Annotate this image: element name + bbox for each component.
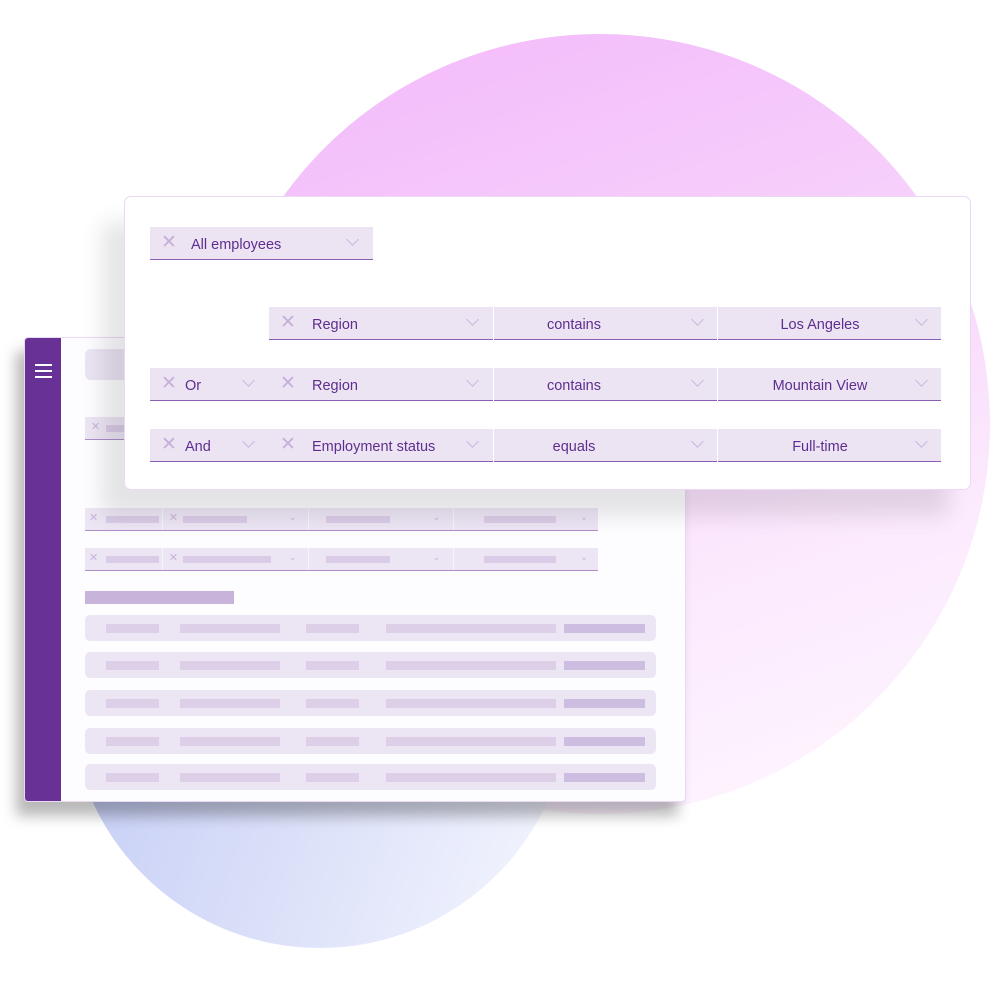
skeleton-cell [386, 624, 556, 633]
field-label: Employment status [312, 439, 436, 455]
value-select[interactable]: Full-time [718, 429, 941, 462]
chevron-down-icon: ⌄ [288, 552, 297, 562]
close-icon: ✕ [168, 552, 179, 564]
skeleton-cell [106, 773, 159, 782]
chevron-down-icon [691, 435, 704, 448]
field-label: Region [312, 317, 358, 333]
field-select[interactable]: ✕ Region [269, 368, 493, 401]
chevron-down-icon: ⌄ [432, 552, 441, 562]
skeleton-cell [306, 699, 359, 708]
skeleton-table-row [85, 652, 656, 678]
skeleton-cell [180, 773, 280, 782]
skeleton-cell [564, 737, 645, 746]
scope-select[interactable]: ✕ All employees [150, 227, 373, 260]
close-icon[interactable]: ✕ [280, 368, 296, 399]
skeleton-table-row [85, 764, 656, 790]
value-label: Mountain View [772, 378, 868, 394]
chevron-down-icon: ⌄ [580, 512, 588, 522]
skeleton-table-row [85, 615, 656, 641]
value-label: Los Angeles [780, 317, 860, 333]
skeleton-cell [106, 661, 159, 670]
operator-select[interactable]: equals [494, 429, 717, 462]
operator-select[interactable]: contains [494, 307, 717, 340]
skeleton-cell [386, 773, 556, 782]
hamburger-menu-icon[interactable] [35, 364, 52, 378]
skeleton-cell [386, 699, 556, 708]
chevron-down-icon [691, 313, 704, 326]
chevron-down-icon: ⌄ [288, 512, 297, 522]
close-icon[interactable]: ✕ [280, 429, 296, 460]
operator-label: equals [552, 439, 596, 455]
skeleton-cell [180, 699, 280, 708]
skeleton-table-row [85, 728, 656, 754]
chevron-down-icon: ⌄ [432, 512, 441, 522]
close-icon[interactable]: ✕ [161, 429, 177, 460]
connector-label: And [185, 439, 211, 455]
connector-label: Or [185, 378, 202, 394]
value-select[interactable]: Los Angeles [718, 307, 941, 340]
scope-label: All employees [191, 237, 282, 253]
chevron-down-icon [466, 435, 479, 448]
operator-label: contains [546, 317, 601, 333]
sidebar [25, 338, 61, 801]
filter-builder-card: ✕ All employees ✕ Region contains Los An… [124, 196, 971, 490]
value-select[interactable]: Mountain View [718, 368, 941, 401]
skeleton-cell [306, 773, 359, 782]
close-icon[interactable]: ✕ [161, 227, 177, 258]
field-label: Region [312, 378, 358, 394]
close-icon: ✕ [91, 421, 101, 433]
skeleton-cell [180, 624, 280, 633]
chevron-down-icon [242, 374, 255, 387]
skeleton-section-heading [85, 591, 234, 604]
connector-select[interactable]: ✕ Or [150, 368, 272, 401]
skeleton-filter-row: ✕ ✕ ⌄ ⌄ ⌄ [85, 508, 598, 531]
chevron-down-icon: ⌄ [580, 552, 588, 562]
chevron-down-icon [466, 374, 479, 387]
skeleton-cell [180, 737, 280, 746]
skeleton-cell [564, 624, 645, 633]
skeleton-cell [180, 661, 280, 670]
close-icon[interactable]: ✕ [161, 368, 177, 399]
skeleton-cell [306, 624, 359, 633]
chevron-down-icon [691, 374, 704, 387]
skeleton-cell [106, 737, 159, 746]
field-select[interactable]: ✕ Region [269, 307, 493, 340]
value-label: Full-time [792, 439, 848, 455]
connector-select[interactable]: ✕ And [150, 429, 272, 462]
skeleton-cell [306, 737, 359, 746]
operator-select[interactable]: contains [494, 368, 717, 401]
chevron-down-icon [242, 435, 255, 448]
skeleton-cell [564, 699, 645, 708]
skeleton-cell [386, 661, 556, 670]
chevron-down-icon [466, 313, 479, 326]
field-select[interactable]: ✕ Employment status [269, 429, 493, 462]
skeleton-cell [564, 661, 645, 670]
skeleton-table-row [85, 690, 656, 716]
close-icon: ✕ [89, 552, 99, 564]
skeleton-cell [106, 699, 159, 708]
skeleton-filter-row: ✕ ✕ ⌄ ⌄ ⌄ [85, 548, 598, 571]
close-icon: ✕ [168, 512, 179, 524]
skeleton-cell [386, 737, 556, 746]
skeleton-cell [564, 773, 645, 782]
skeleton-cell [306, 661, 359, 670]
operator-label: contains [546, 378, 601, 394]
close-icon[interactable]: ✕ [280, 307, 296, 338]
chevron-down-icon [346, 233, 359, 246]
skeleton-cell [106, 624, 159, 633]
close-icon: ✕ [89, 512, 99, 524]
